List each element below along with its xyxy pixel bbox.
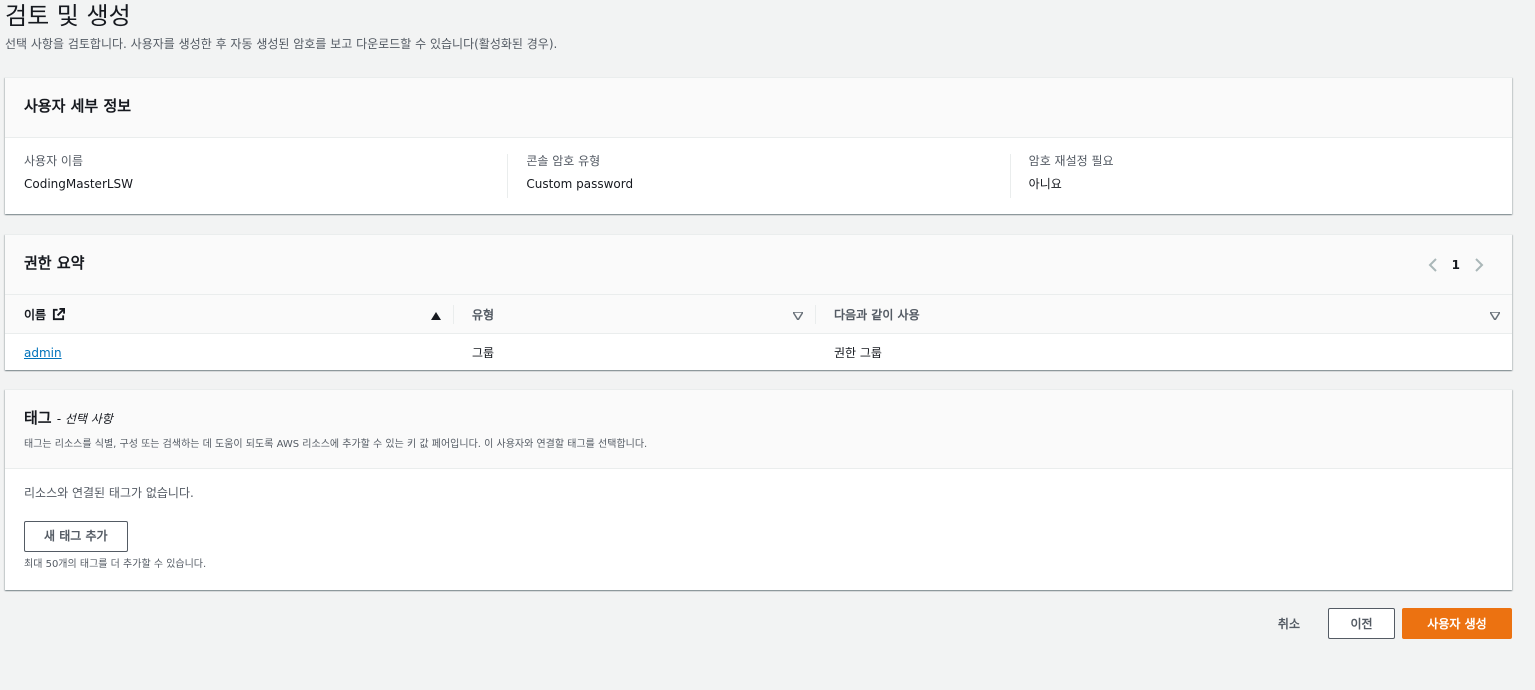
create-user-button[interactable]: 사용자 생성: [1402, 608, 1512, 639]
tags-body: 리소스와 연결된 태그가 없습니다. 새 태그 추가 최대 50개의 태그를 더…: [5, 469, 1512, 570]
field-value: CodingMasterLSW: [24, 177, 134, 191]
page-number[interactable]: 1: [1444, 258, 1468, 272]
user-details-title: 사용자 세부 정보: [24, 97, 132, 115]
previous-button[interactable]: 이전: [1328, 608, 1395, 639]
chevron-right-icon[interactable]: [1468, 254, 1490, 276]
tags-title: 태그: [24, 409, 52, 427]
tags-title-wrap: 태그 - 선택 사항: [24, 407, 113, 428]
tags-optional-label: - 선택 사항: [56, 412, 113, 426]
tag-limit-note: 최대 50개의 태그를 더 추가할 수 있습니다.: [24, 559, 207, 570]
page-header: 검토 및 생성 선택 사항을 검토합니다. 사용자를 생성한 후 자동 생성된 …: [5, 0, 557, 52]
sort-descending-icon[interactable]: [791, 309, 805, 323]
field-password-reset-required: 암호 재설정 필요 아니요: [1009, 152, 1512, 200]
column-header-label: 다음과 같이 사용: [834, 307, 920, 322]
cell-used-as: 권한 그룹: [834, 346, 882, 360]
field-value: 아니요: [1028, 177, 1062, 191]
column-header-type[interactable]: 유형: [453, 295, 815, 333]
page-title: 검토 및 생성: [5, 2, 131, 30]
chevron-left-icon[interactable]: [1422, 254, 1444, 276]
field-console-password-type: 콘솔 암호 유형 Custom password: [507, 152, 1009, 200]
field-label: 사용자 이름: [24, 154, 84, 168]
column-divider: [815, 305, 816, 324]
user-details-fields: 사용자 이름 CodingMasterLSW 콘솔 암호 유형 Custom p…: [5, 138, 1512, 200]
table-row: admin 그룹 권한 그룹: [5, 334, 1512, 371]
column-header-label: 이름: [24, 307, 47, 322]
permissions-header: 권한 요약 1: [5, 235, 1512, 295]
column-header-name[interactable]: 이름: [5, 295, 453, 333]
sort-descending-icon[interactable]: [1488, 309, 1502, 323]
user-details-header: 사용자 세부 정보: [5, 78, 1512, 138]
external-link-icon: [52, 307, 66, 321]
cell-name: admin: [5, 346, 453, 360]
sort-ascending-icon[interactable]: [431, 309, 441, 323]
tags-description: 태그는 리소스를 식별, 구성 또는 검색하는 데 도움이 되도록 AWS 리소…: [24, 439, 648, 450]
page-description: 선택 사항을 검토합니다. 사용자를 생성한 후 자동 생성된 암호를 보고 다…: [5, 37, 558, 51]
group-link-admin[interactable]: admin: [24, 346, 62, 360]
add-tag-button[interactable]: 새 태그 추가: [24, 521, 128, 552]
field-label: 암호 재설정 필요: [1028, 154, 1114, 168]
cancel-button[interactable]: 취소: [1264, 615, 1314, 632]
field-username: 사용자 이름 CodingMasterLSW: [5, 152, 507, 200]
permissions-table-header: 이름 유형 다음과 같이 사용: [5, 295, 1512, 334]
field-label: 콘솔 암호 유형: [526, 154, 601, 168]
field-value: Custom password: [526, 177, 634, 191]
user-details-card: 사용자 세부 정보 사용자 이름 CodingMasterLSW 콘솔 암호 유…: [5, 77, 1512, 214]
wizard-actions: 취소 이전 사용자 생성: [1264, 608, 1512, 639]
permissions-summary-card: 권한 요약 1 이름 유형 다음과 같이 사용 admin 그룹 권한 그룹: [5, 234, 1512, 370]
cell-type: 그룹: [472, 346, 495, 360]
column-header-label: 유형: [472, 307, 495, 322]
no-tags-message: 리소스와 연결된 태그가 없습니다.: [24, 486, 194, 500]
column-header-used-as[interactable]: 다음과 같이 사용: [815, 295, 1512, 333]
pagination: 1: [1422, 254, 1490, 276]
permissions-title: 권한 요약: [24, 254, 85, 272]
tags-header: 태그 - 선택 사항 태그는 리소스를 식별, 구성 또는 검색하는 데 도움이…: [5, 390, 1512, 469]
tags-card: 태그 - 선택 사항 태그는 리소스를 식별, 구성 또는 검색하는 데 도움이…: [5, 389, 1512, 590]
column-divider: [453, 305, 454, 324]
